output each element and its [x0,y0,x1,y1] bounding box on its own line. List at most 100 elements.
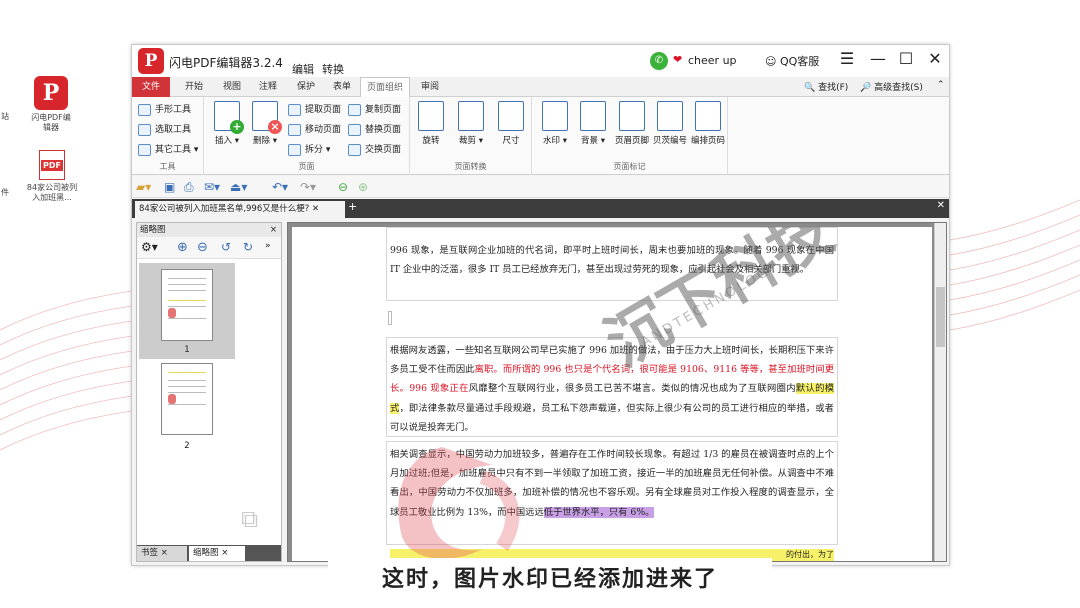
scrollbar-thumb[interactable] [936,287,945,347]
swap-icon [348,144,361,156]
tab-review[interactable]: 审阅 [412,77,448,97]
background-button[interactable]: 背景 ▾ [576,101,610,146]
panel-close-icon[interactable]: × [270,223,277,237]
ribbon-tabs: 文件 开始 视图 注释 保护 表单 页面组织 审阅 🔍 查找(F) 🔎 高级查找… [132,77,949,97]
desktop-icon-pdf-editor[interactable]: P 闪电PDF编辑器 [30,76,72,133]
tab-bookmarks[interactable]: 书签 × [137,546,187,561]
smile-icon: ☺ [765,55,777,68]
print-icon[interactable]: ⎙ [184,180,194,195]
gear-icon[interactable]: ⚙▾ [141,240,158,254]
paragraph: 根据网友透露，一些知名互联网公司早已实施了 996 加班的做法，由于压力大上班时… [390,345,834,433]
pdf-file-icon: PDF [39,150,65,180]
group-page: + 插入 ▾ × 删除 ▾ 提取页面 复制页面 移动页面 替换页面 拆分 ▾ 交换页… [204,97,410,175]
tab-file[interactable]: 文件 [132,77,170,97]
delete-button[interactable]: × 删除 ▾ [248,101,282,146]
tab-close-icon[interactable]: ✕ [312,204,319,214]
pages-icon: ⧉ [241,505,259,533]
desktop-icon-partial: 站 [1,112,9,121]
replace-page-button[interactable]: 替换页面 [348,121,401,139]
tab-protect[interactable]: 保护 [288,77,324,97]
user-name[interactable]: cheer up [688,54,737,67]
menu-edit[interactable]: 编辑 [292,61,314,77]
back-icon[interactable]: ⊖ [338,180,348,194]
split-icon [288,144,301,156]
page-number-icon [695,101,721,131]
panel-toolbar: ⚙▾ ⊕ ⊖ ↺ ↻ » [137,237,281,259]
zoom-in-icon[interactable]: ⊕ [177,240,188,255]
panel-tabs: 书签 × 缩略图 × [137,545,281,561]
page-number-button[interactable]: 编排页码 [688,101,728,146]
move-icon [288,124,301,136]
delete-page-icon: × [252,101,282,134]
tab-close-icon[interactable]: × [221,548,228,558]
watermark-button[interactable]: 水印 ▾ [538,101,572,146]
group-tools: 手形工具 选取工具 其它工具 ▾ 工具 [132,97,204,175]
copy-page-button[interactable]: 复制页面 [348,101,401,119]
select-text-icon [138,124,151,136]
group-label: 页面标记 [613,162,646,171]
redo-icon[interactable]: ↷▾ [300,180,316,194]
close-button[interactable]: ✕ [924,49,946,68]
header-footer-button[interactable]: 页眉页脚 [612,101,652,146]
find-button[interactable]: 🔍 查找(F) [804,80,848,93]
rotate-icon [418,101,444,131]
page-thumbnail-2[interactable] [161,363,213,435]
tab-close-icon[interactable]: × [161,548,168,558]
swap-page-button[interactable]: 交换页面 [348,141,401,159]
crop-icon [458,101,484,131]
replace-icon [348,124,361,136]
open-folder-icon[interactable]: ▰▾ [136,180,151,194]
scan-icon[interactable]: ⏏▾ [230,180,247,194]
insert-page-icon: + [214,101,244,134]
maximize-button[interactable]: ☐ [895,49,917,68]
menu-convert[interactable]: 转换 [322,61,344,77]
collapse-ribbon-icon[interactable]: ⌃ [937,80,945,90]
new-tab-icon[interactable]: + [348,200,357,213]
undo-icon[interactable]: ↶▾ [272,180,288,194]
rotate-button[interactable]: 旋转 [414,101,448,146]
tab-form[interactable]: 表单 [324,77,360,97]
insert-button[interactable]: + 插入 ▾ [210,101,244,146]
advanced-find-button[interactable]: 🔎 高级查找(S) [860,80,923,93]
split-button[interactable]: 拆分 ▾ [288,141,330,159]
crop-button[interactable]: 裁剪 ▾ [454,101,488,146]
select-tool-button[interactable]: 选取工具 [138,121,191,139]
advanced-find-icon: 🔎 [860,83,872,93]
vip-heart-icon: ❤ [673,53,683,66]
save-icon[interactable]: ▣ [164,180,175,194]
document-tabs: 84家公司被列入加班黑名单,996又是什么梗? ✕ + ✕ [132,199,949,218]
find-icon: 🔍 [804,83,816,93]
page-number: 1 [184,345,190,355]
tab-page-organize[interactable]: 页面组织 [360,77,410,97]
size-button[interactable]: 尺寸 [494,101,528,146]
more-icon[interactable]: » [265,241,271,251]
tab-start[interactable]: 开始 [176,77,212,97]
forward-icon[interactable]: ⊕ [358,180,368,194]
header-footer-icon [619,101,645,131]
other-tools-button[interactable]: 其它工具 ▾ [138,141,198,159]
rotate-right-icon[interactable]: ↻ [243,240,253,254]
hand-tool-button[interactable]: 手形工具 [138,101,191,119]
extract-icon [288,104,301,116]
move-page-button[interactable]: 移动页面 [288,121,341,139]
tab-view[interactable]: 视图 [214,77,250,97]
qq-support-button[interactable]: ☺ QQ客服 [765,53,819,69]
desktop-icon-pdf-file[interactable]: PDF 84家公司被列入加班黑... [26,150,78,203]
tab-comment[interactable]: 注释 [250,77,286,97]
app-window: P 闪电PDF编辑器3.2.4 编辑 转换 ✆ ❤ cheer up ☺ QQ客… [131,44,950,566]
close-document-icon[interactable]: ✕ [937,200,945,211]
vertical-scrollbar[interactable] [934,223,946,561]
tab-thumbnails[interactable]: 缩略图 × [189,546,245,561]
extract-page-button[interactable]: 提取页面 [288,101,341,119]
email-icon[interactable]: ✉▾ [204,180,220,194]
pdf-page: 996 现象，是互联网企业加班的代名词，即平时上班时间长，周末也要加班的现象。随… [292,227,932,561]
menu-icon[interactable]: ☰ [836,49,858,68]
pdf-editor-logo-icon: P [34,76,68,110]
rotate-left-icon[interactable]: ↺ [221,240,231,254]
zoom-out-icon[interactable]: ⊖ [197,240,208,255]
document-tab[interactable]: 84家公司被列入加班黑名单,996又是什么梗? ✕ [135,201,345,218]
page-thumbnail-1[interactable] [161,269,213,341]
bates-number-button[interactable]: 贝茨编号 [650,101,690,146]
wechat-icon[interactable]: ✆ [650,52,668,70]
minimize-button[interactable]: — [867,49,889,68]
